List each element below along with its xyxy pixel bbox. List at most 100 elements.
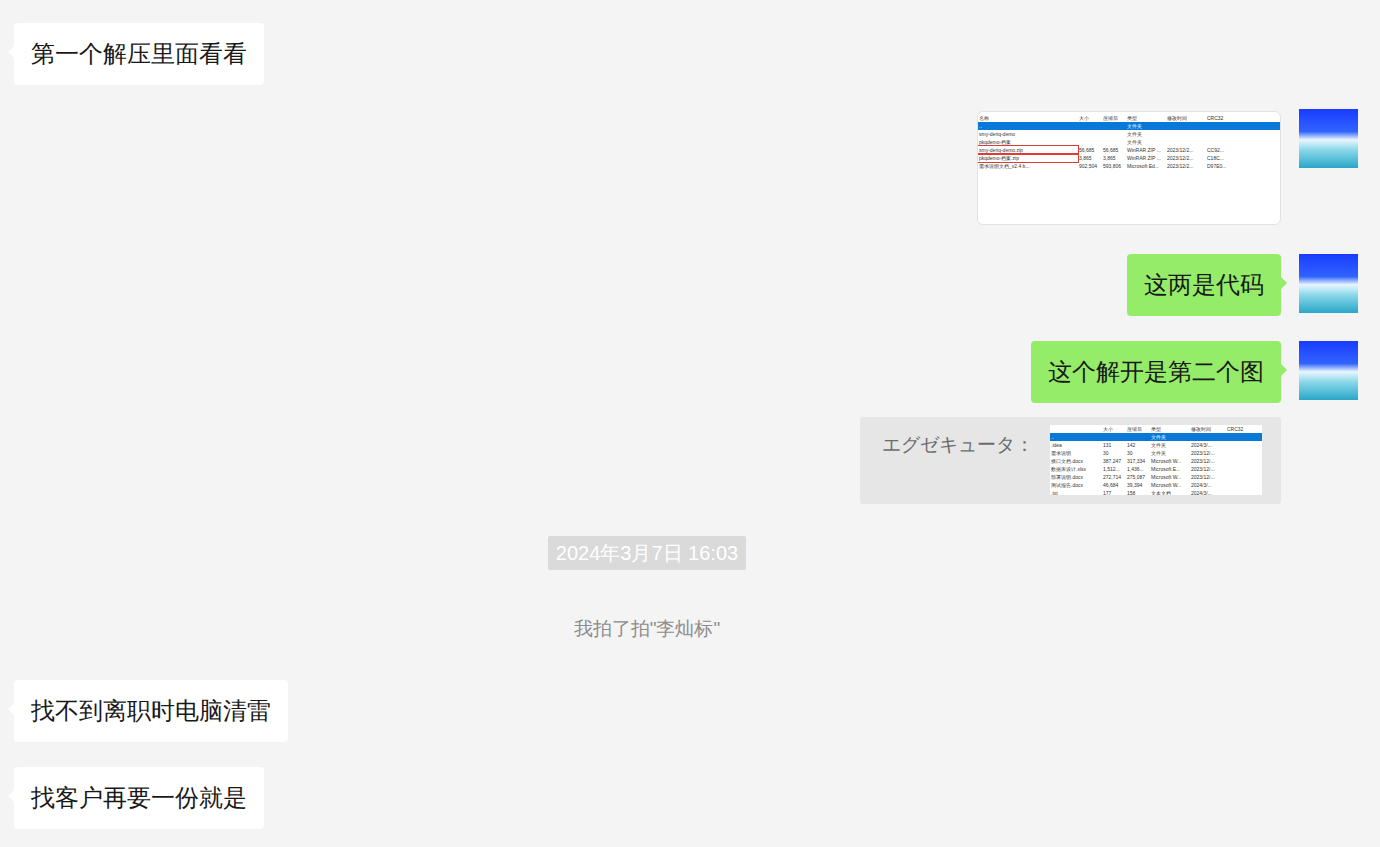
file-cell [1206, 138, 1232, 146]
file-cell: 2024/3/... [1190, 489, 1226, 495]
message-row: 这个解开是第二个图 [0, 341, 1380, 403]
file-row: smy-deriq-demo.zip56,68556,685WinRAR ZIP… [978, 146, 1280, 154]
file-cell: 46,684 [1102, 481, 1126, 489]
file-cell [1226, 433, 1246, 441]
file-list: 大小压缩后类型修改时间CRC32..文件夹.idea131142文件夹2024/… [1050, 425, 1262, 495]
column-header: 修改时间 [1166, 114, 1206, 122]
file-cell: 902,504 [1078, 162, 1102, 170]
file-cell: 387,247 [1102, 457, 1126, 465]
file-cell: 56,685 [1102, 146, 1126, 154]
file-cell: 317,334 [1126, 457, 1150, 465]
file-cell: 2023/12/... [1190, 449, 1226, 457]
quote-image[interactable]: 大小压缩后类型修改时间CRC32..文件夹.idea131142文件夹2024/… [1050, 425, 1262, 495]
file-cell: .. [1050, 433, 1102, 441]
file-row: 测试报告.docx46,68439,394Microsoft W...2024/… [1050, 481, 1262, 489]
timestamp: 2024年3月7日 16:03 [548, 536, 746, 570]
file-cell: 接口文档.docx [1050, 457, 1102, 465]
avatar[interactable] [1299, 109, 1358, 168]
file-cell: .txt [1050, 489, 1102, 495]
quote-row: エグゼキュータ：大小压缩后类型修改时间CRC32..文件夹.idea131142… [0, 417, 1380, 504]
file-cell: 文件夹 [1126, 130, 1166, 138]
file-row: 数据库设计.xlsx1,512...1,436...Microsoft E...… [1050, 465, 1262, 473]
file-cell: Microsoft Ed... [1126, 162, 1166, 170]
column-header: 类型 [1150, 425, 1190, 433]
chat-window: 第一个解压里面看看名称大小压缩后类型修改时间CRC32..文件夹smy-deri… [0, 0, 1380, 847]
file-cell [1226, 473, 1246, 481]
file-list: 名称大小压缩后类型修改时间CRC32..文件夹smy-deriq-demo文件夹… [978, 114, 1280, 170]
file-cell: 3,865 [1078, 154, 1102, 162]
file-cell: Microsoft E... [1150, 465, 1190, 473]
file-cell: 文件夹 [1126, 138, 1166, 146]
file-cell [1226, 449, 1246, 457]
column-header: 压缩后 [1126, 425, 1150, 433]
column-header: 修改时间 [1190, 425, 1226, 433]
file-row: .txt177158文本文档2024/3/... [1050, 489, 1262, 495]
column-header: 压缩后 [1102, 114, 1126, 122]
file-row: .. 文件夹 [1050, 433, 1262, 441]
file-cell: 39,394 [1126, 481, 1150, 489]
file-cell: 数据库设计.xlsx [1050, 465, 1102, 473]
column-header: 名称 [978, 114, 1078, 122]
file-cell: smy-deriq-demo.zip [978, 146, 1078, 154]
file-cell [1166, 138, 1206, 146]
file-cell: C18C... [1206, 154, 1232, 162]
message-row: 找不到离职时电脑清雷 [0, 680, 1380, 742]
file-cell [1102, 433, 1126, 441]
file-cell [1226, 457, 1246, 465]
column-header: CRC32 [1226, 425, 1246, 433]
file-cell: 2023/12/... [1190, 465, 1226, 473]
file-cell [1078, 130, 1102, 138]
file-cell: 文件夹 [1150, 433, 1190, 441]
message-bubble[interactable]: 这个解开是第二个图 [1031, 341, 1281, 403]
file-cell: 2023/12/2... [1166, 154, 1206, 162]
file-cell: 1,512... [1102, 465, 1126, 473]
file-cell: 1,436... [1126, 465, 1150, 473]
file-list-header: 大小压缩后类型修改时间CRC32 [1050, 425, 1262, 433]
file-cell [1226, 441, 1246, 449]
file-cell: 2023/12/2... [1166, 162, 1206, 170]
file-cell [1078, 138, 1102, 146]
message-bubble[interactable]: 第一个解压里面看看 [14, 23, 264, 85]
file-cell: 2023/12/2... [1166, 146, 1206, 154]
avatar[interactable] [1299, 254, 1358, 313]
message-bubble[interactable]: 这两是代码 [1127, 254, 1281, 316]
message-row: 第一个解压里面看看 [0, 23, 1380, 85]
message-bubble[interactable]: 找不到离职时电脑清雷 [14, 680, 288, 742]
file-cell: 需求说明文档_v2.4 b... [978, 162, 1078, 170]
file-cell [1078, 122, 1102, 130]
file-row: pkqdemo-档案.zip3,8653,865WinRAR ZIP ...20… [978, 154, 1280, 162]
message-row: 这两是代码 [0, 254, 1380, 316]
file-cell: 需求说明 [1050, 449, 1102, 457]
quote-author: エグゼキュータ： [882, 433, 1034, 457]
column-header: 类型 [1126, 114, 1166, 122]
file-cell: 142 [1126, 441, 1150, 449]
file-cell: 部署说明.docx [1050, 473, 1102, 481]
file-cell: CC92... [1206, 146, 1232, 154]
image-bubble[interactable]: 名称大小压缩后类型修改时间CRC32..文件夹smy-deriq-demo文件夹… [977, 111, 1281, 225]
file-cell [1226, 489, 1246, 495]
column-header [1050, 425, 1102, 433]
file-cell: 56,685 [1078, 146, 1102, 154]
file-cell: Microsoft W... [1150, 473, 1190, 481]
message-row: 找客户再要一份就是 [0, 767, 1380, 829]
file-cell: 文件夹 [1150, 449, 1190, 457]
file-cell: 275,087 [1126, 473, 1150, 481]
file-cell: 文本文档 [1150, 489, 1190, 495]
file-cell: 131 [1102, 441, 1126, 449]
file-cell: 文件夹 [1126, 122, 1166, 130]
file-cell [1206, 130, 1232, 138]
file-cell: 158 [1126, 489, 1150, 495]
file-row: 需求说明文档_v2.4 b...902,504593,806Microsoft … [978, 162, 1280, 170]
file-cell [1102, 138, 1126, 146]
file-cell: pkqdemo-档案.zip [978, 154, 1078, 162]
file-cell: 30 [1126, 449, 1150, 457]
file-cell: D97E0... [1206, 162, 1232, 170]
file-cell [1166, 122, 1206, 130]
system-notice: 我拍了拍"李灿标" [574, 616, 721, 642]
file-cell: Microsoft W... [1150, 481, 1190, 489]
message-bubble[interactable]: 找客户再要一份就是 [14, 767, 264, 829]
file-cell: WinRAR ZIP ... [1126, 154, 1166, 162]
avatar[interactable] [1299, 341, 1358, 400]
file-cell [1102, 122, 1126, 130]
quote-block[interactable]: エグゼキュータ：大小压缩后类型修改时间CRC32..文件夹.idea131142… [860, 417, 1281, 504]
